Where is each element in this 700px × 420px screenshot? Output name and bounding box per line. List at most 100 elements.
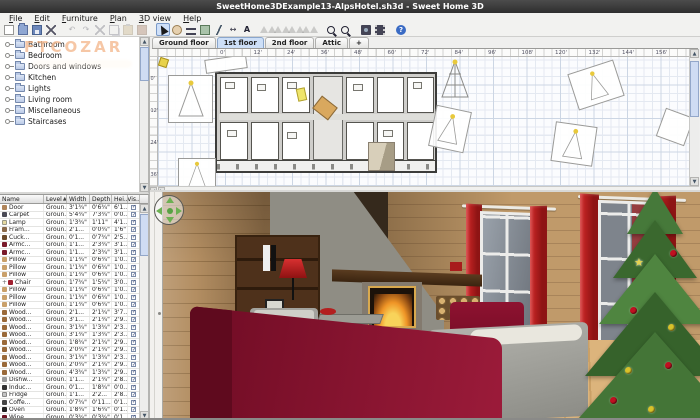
add-furniture-button[interactable] — [135, 23, 149, 36]
add-level-tab[interactable]: + — [349, 37, 369, 48]
open-button[interactable] — [16, 22, 30, 36]
furniture-row[interactable]: Armc... Groun...1'1...2'3¾"3'1... — [0, 241, 139, 249]
level-tab-attic[interactable]: Attic — [315, 37, 349, 48]
furniture-row[interactable]: Pillow Groun...1'1¾"0'6¾"1'0... — [0, 271, 139, 279]
visible-checkbox[interactable] — [131, 324, 136, 330]
visible-checkbox[interactable] — [131, 264, 136, 270]
paste-button[interactable] — [121, 23, 135, 36]
cut-button[interactable] — [93, 23, 107, 36]
column-header-name[interactable]: Name — [0, 195, 44, 203]
catalog-scroll-thumb[interactable] — [140, 47, 149, 81]
furniture-scrollbar[interactable]: ▲ ▼ — [139, 204, 148, 418]
create-rooms-button[interactable] — [198, 23, 212, 36]
pan-button[interactable] — [170, 23, 184, 36]
compass-up-icon[interactable] — [166, 197, 174, 203]
menu-help[interactable]: Help — [177, 14, 207, 23]
visible-checkbox[interactable] — [131, 362, 136, 368]
visible-checkbox[interactable] — [131, 339, 136, 345]
undo-button[interactable] — [65, 23, 79, 36]
expand-handle-icon[interactable]: + — [2, 279, 7, 286]
furniture-row[interactable]: Cuck... Groun...0'1...0'7¾"2'5... — [0, 234, 139, 242]
visible-checkbox[interactable] — [131, 332, 136, 338]
visible-checkbox[interactable] — [131, 227, 136, 233]
plan-scroll-thumb[interactable] — [690, 61, 699, 117]
zoom-out-button[interactable] — [324, 23, 338, 36]
furniture-row[interactable]: Wood... Groun...3'1¾"1'3¾"2'3... — [0, 354, 139, 362]
furniture-row[interactable]: Pillow Groun...1'1¾"0'6¾"1'0... — [0, 264, 139, 272]
video-button[interactable] — [373, 23, 387, 36]
column-header-depth[interactable]: Depth — [90, 195, 112, 203]
furniture-row[interactable]: Fram... Groun...2'1...0'0¾"1'6" — [0, 226, 139, 234]
help-button[interactable] — [394, 23, 408, 36]
christmas-tree-item[interactable] — [655, 107, 689, 147]
horizontal-splitter[interactable] — [150, 190, 700, 192]
visible-checkbox[interactable] — [131, 354, 136, 360]
visible-checkbox[interactable] — [131, 212, 136, 218]
create-texts-button[interactable] — [240, 23, 254, 36]
visible-checkbox[interactable] — [131, 407, 136, 413]
furniture-row[interactable]: Wood... Groun...4'3¾"1'3¾"2'9... — [0, 369, 139, 377]
christmas-tree-item[interactable] — [567, 59, 625, 111]
scroll-up-icon[interactable]: ▲ — [140, 37, 149, 46]
compass-left-icon[interactable] — [156, 207, 162, 215]
scroll-down-icon[interactable]: ▼ — [140, 183, 149, 192]
plan-tool-2-button[interactable] — [275, 23, 289, 36]
furniture-row[interactable]: Lamp Groun...1'3¾"1'11"4'1... — [0, 219, 139, 227]
scroll-up-icon[interactable]: ▲ — [140, 204, 148, 213]
expand-handle-icon[interactable] — [5, 97, 14, 102]
visible-checkbox[interactable] — [131, 294, 136, 300]
column-header-level[interactable]: Level ▲ — [44, 195, 67, 203]
visible-checkbox[interactable] — [131, 234, 136, 240]
christmas-tree-item[interactable] — [550, 121, 598, 167]
visible-checkbox[interactable] — [131, 392, 136, 398]
column-header-hei[interactable]: Hei... — [112, 195, 128, 203]
compass-center-icon[interactable] — [167, 208, 173, 214]
visible-checkbox[interactable] — [131, 369, 136, 375]
furniture-row[interactable]: Wood... Groun...3'1¾"1'3¾"2'3... — [0, 331, 139, 339]
select-button[interactable] — [156, 23, 170, 36]
vertical-splitter[interactable] — [149, 37, 150, 418]
menu-furniture[interactable]: Furniture — [56, 14, 104, 23]
furniture-row[interactable]: Pillow Groun...1'1¾"0'6¾"1'0... — [0, 294, 139, 302]
plan-vertical-scrollbar[interactable]: ▲ ▼ — [689, 49, 699, 186]
level-tab-ground-floor[interactable]: Ground floor — [152, 37, 216, 48]
create-polylines-button[interactable] — [212, 23, 226, 36]
visible-checkbox[interactable] — [131, 279, 136, 285]
menu-plan[interactable]: Plan — [104, 14, 133, 23]
furniture-row[interactable]: Wood... Groun...3'1¾"1'3¾"2'3... — [0, 324, 139, 332]
catalog-category-doors-and-windows[interactable]: Doors and windows — [1, 61, 148, 72]
expand-handle-icon[interactable] — [5, 86, 14, 91]
catalog-category-living-room[interactable]: Living room — [1, 94, 148, 105]
visible-checkbox[interactable] — [131, 347, 136, 353]
expand-handle-icon[interactable] — [5, 64, 14, 69]
visible-checkbox[interactable] — [131, 317, 136, 323]
furniture-row[interactable]: Pillow Groun...1'1¾"0'6¾"1'0... — [0, 286, 139, 294]
create-walls-button[interactable] — [184, 23, 198, 36]
menu-3d-view[interactable]: 3D view — [133, 14, 177, 23]
catalog-category-kitchen[interactable]: Kitchen — [1, 72, 148, 83]
christmas-tree-item[interactable] — [428, 104, 472, 154]
title-bar[interactable]: SweetHome3DExample13-AlpsHotel.sh3d - Sw… — [0, 0, 700, 13]
redo-button[interactable] — [79, 23, 93, 36]
visible-checkbox[interactable] — [131, 272, 136, 278]
catalog-scrollbar[interactable]: ▲ ▼ — [139, 37, 149, 192]
copy-button[interactable] — [107, 23, 121, 36]
menu-file[interactable]: File — [3, 14, 28, 23]
column-header-vis[interactable]: Vis... — [128, 195, 140, 203]
photo-button[interactable] — [359, 23, 373, 36]
visible-checkbox[interactable] — [131, 377, 136, 383]
plan-canvas[interactable] — [158, 57, 689, 186]
catalog-category-lights[interactable]: Lights — [1, 83, 148, 94]
visible-checkbox[interactable] — [131, 287, 136, 293]
scroll-down-icon[interactable]: ▼ — [690, 177, 699, 186]
visible-checkbox[interactable] — [131, 414, 136, 418]
furniture-row[interactable]: Coffe... Groun...0'7¾"0'11...0'1... — [0, 399, 139, 407]
zoom-in-button[interactable] — [338, 23, 352, 36]
furniture-row[interactable]: Fridge Groun...1'1...2'2...2'8... — [0, 391, 139, 399]
expand-handle-icon[interactable] — [5, 108, 14, 113]
scroll-down-icon[interactable]: ▼ — [140, 411, 148, 418]
furniture-row[interactable]: Pillow Groun...1'1¾"0'6¾"1'0... — [0, 301, 139, 309]
floor-plan-drawing[interactable] — [215, 72, 437, 173]
visible-checkbox[interactable] — [131, 399, 136, 405]
furniture-row[interactable]: + Chair Groun...1'7¾"1'5¾"3'0... — [0, 279, 139, 287]
